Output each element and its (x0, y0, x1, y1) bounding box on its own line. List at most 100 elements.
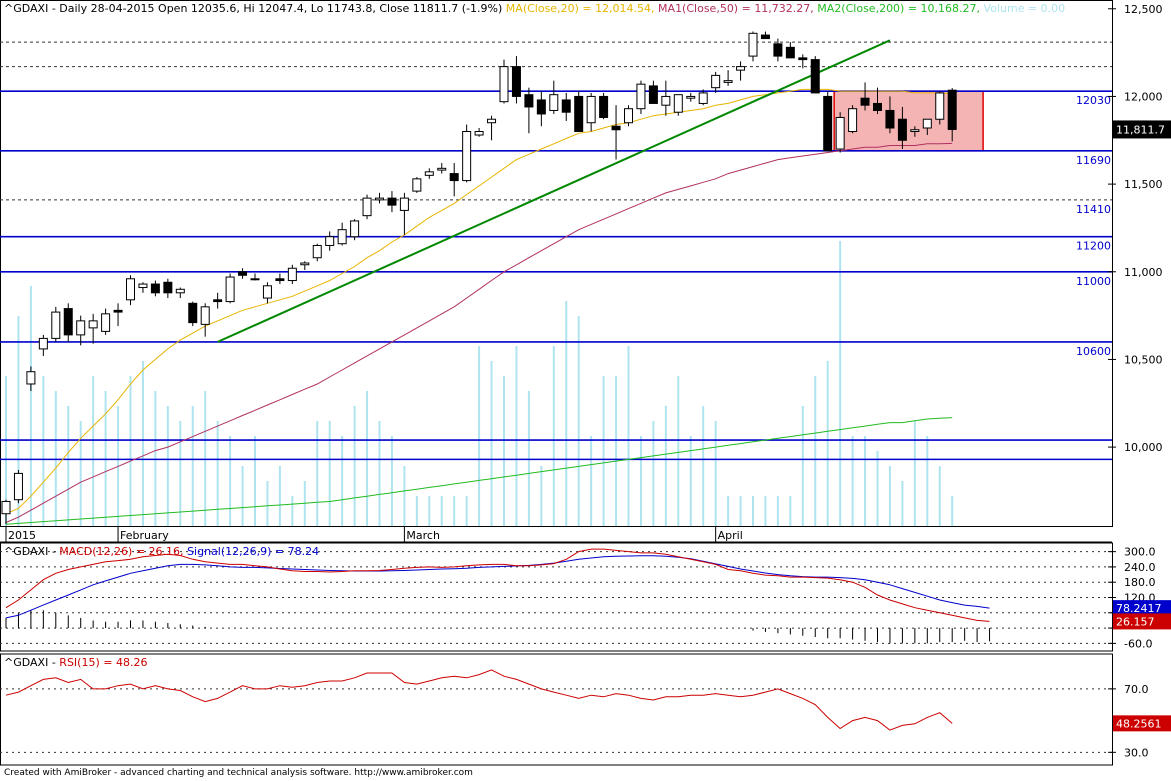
volume-bar (378, 421, 381, 526)
level-label: 11410 (1076, 203, 1111, 216)
volume-bar (316, 421, 319, 526)
candle-body (150, 283, 160, 294)
candle-body (462, 131, 472, 182)
candle-body (499, 66, 509, 103)
candle-body (636, 83, 646, 110)
volume-bar (876, 451, 879, 526)
volume-bar (839, 241, 842, 526)
volume-bar (938, 466, 941, 526)
rsi-badge-label: 48.2561 (1116, 717, 1162, 730)
ma20-legend: MA(Close,20) = 12,014.54, (505, 2, 655, 15)
volume-bar (527, 391, 530, 526)
footer-credit: Created with AmiBroker - advanced charti… (4, 768, 473, 778)
volume-bar (415, 496, 418, 526)
candle-body (163, 281, 173, 294)
volume-bar (664, 406, 667, 526)
volume-bar (515, 346, 518, 526)
price-tick-label: 11,500 (1124, 178, 1163, 191)
volume-bar (652, 421, 655, 526)
volume-bar (851, 436, 854, 526)
volume-bar (54, 391, 57, 526)
volume-bar (403, 466, 406, 526)
level-label: 10600 (1076, 345, 1111, 358)
candle-body (599, 95, 609, 118)
macd-panel-header: ^GDAXI - MACD(12,26) = 26.16, Signal(12,… (4, 545, 319, 558)
x-tick-label: 2015 (8, 529, 36, 542)
macd-tick-label: 300.0 (1124, 546, 1156, 559)
candle-body (536, 99, 546, 115)
x-tick-label: March (406, 529, 440, 542)
volume-bar (590, 436, 593, 526)
candle-body (325, 236, 335, 246)
candle-body (711, 74, 721, 89)
volume-bar (453, 496, 456, 526)
candle-body (524, 94, 534, 108)
candle-body (810, 59, 820, 94)
candle-body (449, 173, 459, 182)
macd-legend: MACD(12,26) = 26.16, (59, 545, 184, 558)
rsi-tick-label: 70.0 (1124, 683, 1149, 696)
price-tick-label: 11,000 (1124, 266, 1163, 279)
macd-line (5, 548, 990, 622)
rsi-line (5, 669, 953, 731)
candle-body (138, 283, 148, 289)
candle-body (200, 306, 210, 325)
candle-body (723, 80, 733, 83)
candle-body (38, 337, 48, 350)
volume-bar (440, 496, 443, 526)
candle-body (300, 262, 310, 266)
candle-body (76, 320, 86, 336)
candle-body (238, 271, 248, 276)
volume-bar (241, 466, 244, 526)
volume-bar (166, 406, 169, 526)
volume-bar (764, 496, 767, 526)
x-tick-label: February (120, 529, 169, 542)
volume-bar (353, 406, 356, 526)
volume-bar (627, 346, 630, 526)
rsi-prefix: ^GDAXI - (4, 656, 56, 669)
volume-bar (888, 466, 891, 526)
candle-body (698, 92, 708, 104)
candle-body (362, 197, 372, 217)
candle-body (586, 95, 596, 124)
candle-body (88, 320, 98, 329)
stock-chart: 12030 11690 11410 11200 11000 10600 10,000 10,5… (0, 0, 1171, 766)
volume-bar (104, 391, 107, 526)
candle-body (350, 220, 360, 238)
price-panel-header: ^GDAXI - Daily 28-04-2015 Open 12035.6, … (4, 2, 1065, 15)
candle-body (798, 57, 808, 61)
macd-badge-label: 26.157 (1116, 615, 1155, 628)
level-label: 11200 (1076, 240, 1111, 253)
price-title: ^GDAXI - Daily 28-04-2015 Open 12035.6, … (4, 2, 503, 15)
volume-bar (129, 376, 132, 526)
level-label: 12030 (1076, 94, 1111, 107)
candle-body (188, 302, 198, 324)
rsi-panel-frame (0, 653, 1113, 766)
candle-body (126, 278, 135, 301)
volume-bar (254, 436, 256, 526)
volume-bar (229, 436, 232, 526)
volume-bar (577, 316, 580, 526)
candle-body (312, 244, 322, 259)
macd-tick-label: -60.0 (1124, 637, 1152, 650)
volume-bar (552, 346, 555, 526)
ma50-legend: MA1(Close,50) = 11,732.27, (658, 2, 814, 15)
candle-body (549, 94, 559, 111)
candle-body (51, 311, 61, 339)
candle-body (785, 46, 795, 59)
volume-bar (204, 391, 207, 526)
candle-body (922, 118, 932, 129)
last-close-label: 11,811.7 (1116, 123, 1165, 136)
volume-bar (465, 496, 468, 526)
candle-body (736, 66, 746, 71)
signal-line (5, 555, 990, 619)
candle-body (101, 313, 111, 332)
ma200-legend: MA2(Close,200) = 10,168.27, (817, 2, 981, 15)
volume-bar (503, 376, 505, 526)
candle-body (26, 371, 36, 385)
level-label: 11690 (1076, 154, 1111, 167)
volume-bar (776, 496, 779, 526)
volume-bar (341, 436, 344, 526)
volume-bar (615, 376, 618, 526)
volume-bar (814, 376, 817, 526)
